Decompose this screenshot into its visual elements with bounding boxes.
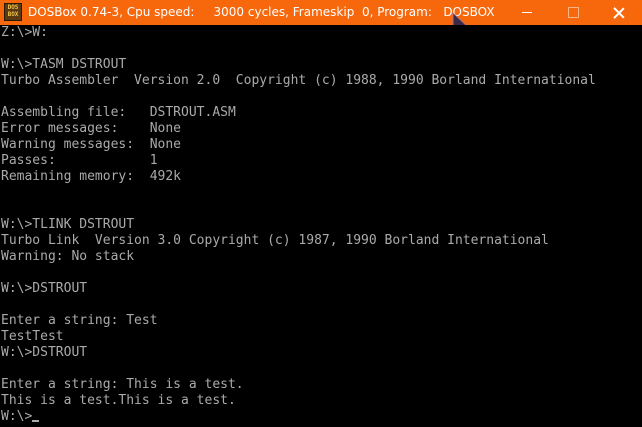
console-line: Enter a string: This is a test. xyxy=(1,377,244,392)
console-line: TestTest xyxy=(1,329,64,344)
maximize-button[interactable] xyxy=(550,0,596,25)
console-line: This is a test.This is a test. xyxy=(1,393,236,408)
console-line: Turbo Assembler Version 2.0 Copyright (c… xyxy=(1,73,596,88)
console-line: Z:\>W: xyxy=(1,25,48,40)
console-line: Turbo Link Version 3.0 Copyright (c) 198… xyxy=(1,233,549,248)
console-line: W:\>DSTROUT xyxy=(1,345,88,360)
close-button[interactable] xyxy=(596,0,642,25)
dosbox-app-icon[interactable]: DOS BOX xyxy=(4,3,22,21)
console-line: Passes: 1 xyxy=(1,153,158,168)
dos-console[interactable]: Z:\>W: W:\>TASM DSTROUT Turbo Assembler Ve… xyxy=(0,25,642,427)
console-line: Assembling file: DSTROUT.ASM xyxy=(1,105,236,120)
console-line: Error messages: None xyxy=(1,121,182,136)
console-line: Warning: No stack xyxy=(1,249,135,264)
console-line: Warning messages: None xyxy=(1,137,182,152)
close-icon xyxy=(613,7,625,19)
app-icon-text-top: DOS xyxy=(7,4,19,11)
minimize-icon xyxy=(522,12,532,13)
title-bar[interactable]: DOS BOX DOSBox 0.74-3, Cpu speed: 3000 c… xyxy=(0,0,642,33)
text-cursor xyxy=(32,420,40,422)
maximize-icon xyxy=(567,7,579,18)
dosbox-window: DOS BOX DOSBox 0.74-3, Cpu speed: 3000 c… xyxy=(0,0,642,427)
app-icon-text-bottom: BOX xyxy=(7,11,19,18)
console-line: W:\>TASM DSTROUT xyxy=(1,57,127,72)
window-title: DOSBox 0.74-3, Cpu speed: 3000 cycles, F… xyxy=(28,5,495,19)
console-line: W:\> xyxy=(1,409,40,425)
console-line: W:\>DSTROUT xyxy=(1,281,88,296)
minimize-button[interactable] xyxy=(504,0,550,25)
console-line: Remaining memory: 492k xyxy=(1,169,182,184)
console-line: W:\>TLINK DSTROUT xyxy=(1,217,135,232)
console-line: Enter a string: Test xyxy=(1,313,158,328)
